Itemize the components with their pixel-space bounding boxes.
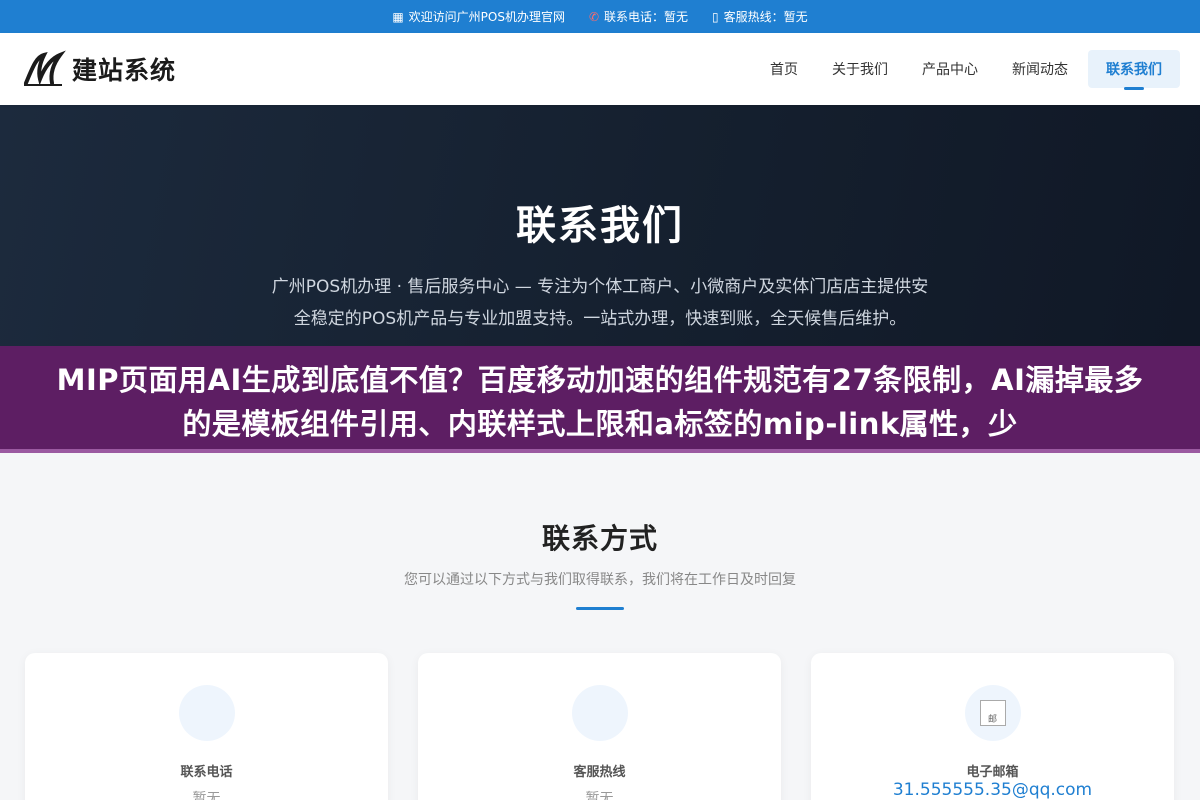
site-header: 建站系统 首页 关于我们 产品中心 新闻动态 联系我们: [0, 33, 1200, 105]
nav-item-news[interactable]: 新闻动态: [998, 50, 1082, 88]
hero-title: 联系我们: [516, 203, 684, 249]
contact-section: 联系方式 您可以通过以下方式与我们取得联系，我们将在工作日及时回复 联系电话 暂…: [0, 453, 1200, 800]
card-value: 暂无: [192, 791, 221, 800]
mobile-icon: ▯: [712, 9, 719, 24]
hotline-item: ▯ 客服热线：暂无: [712, 8, 808, 25]
card-label: 电子邮箱: [966, 765, 1019, 780]
card-label: 客服热线: [573, 765, 626, 780]
welcome-item: ▦ 欢迎访问广州POS机办理官网: [392, 8, 565, 25]
logo-mark-icon: [24, 50, 66, 86]
contact-card-hotline: 客服热线 暂无: [418, 653, 781, 800]
building-icon: ▦: [392, 9, 404, 24]
phone-icon: ✆: [588, 9, 600, 24]
welcome-text: 欢迎访问广州POS机办理官网: [408, 10, 565, 24]
headset-icon: [571, 685, 628, 741]
site-logo[interactable]: 建站系统: [22, 49, 176, 89]
nav-item-contact[interactable]: 联系我们: [1088, 50, 1180, 88]
section-divider: [576, 607, 624, 610]
phone-icon: [178, 685, 235, 741]
email-icon: 邮: [964, 685, 1021, 741]
contact-card-phone: 联系电话 暂无: [25, 653, 388, 800]
hero-section: 联系我们 广州POS机办理 · 售后服务中心 — 专注为个体工商户、小微商户及实…: [0, 105, 1200, 355]
logo-text: 建站系统: [72, 56, 177, 85]
nav-item-about[interactable]: 关于我们: [818, 50, 902, 88]
nav-item-home[interactable]: 首页: [756, 50, 812, 88]
phone-text: 联系电话：暂无: [604, 10, 689, 24]
email-link[interactable]: 31.555555.35@qq.com: [893, 780, 1092, 800]
broken-image-icon: 邮: [979, 700, 1006, 726]
contact-card-email: 邮 电子邮箱 31.555555.35@qq.com: [811, 653, 1174, 800]
hotline-text: 客服热线：暂无: [723, 10, 808, 24]
contact-cards: 联系电话 暂无 客服热线 暂无 邮 电子邮箱 31.555555.35@qq.c…: [25, 653, 1174, 800]
top-info-bar: ▦ 欢迎访问广州POS机办理官网 ✆ 联系电话：暂无 ▯ 客服热线：暂无: [0, 0, 1200, 33]
overlay-banner: MIP页面用AI生成到底值不值？百度移动加速的组件规范有27条限制，AI漏掉最多…: [0, 346, 1200, 453]
hero-description: 广州POS机办理 · 售后服务中心 — 专注为个体工商户、小微商户及实体门店店主…: [271, 277, 929, 329]
section-title: 联系方式: [541, 522, 658, 555]
section-subtitle: 您可以通过以下方式与我们取得联系，我们将在工作日及时回复: [404, 572, 796, 588]
main-nav: 首页 关于我们 产品中心 新闻动态 联系我们: [756, 50, 1180, 88]
card-value: 暂无: [585, 791, 614, 800]
card-label: 联系电话: [180, 765, 233, 780]
nav-item-products[interactable]: 产品中心: [908, 50, 992, 88]
phone-item: ✆ 联系电话：暂无: [589, 8, 688, 25]
